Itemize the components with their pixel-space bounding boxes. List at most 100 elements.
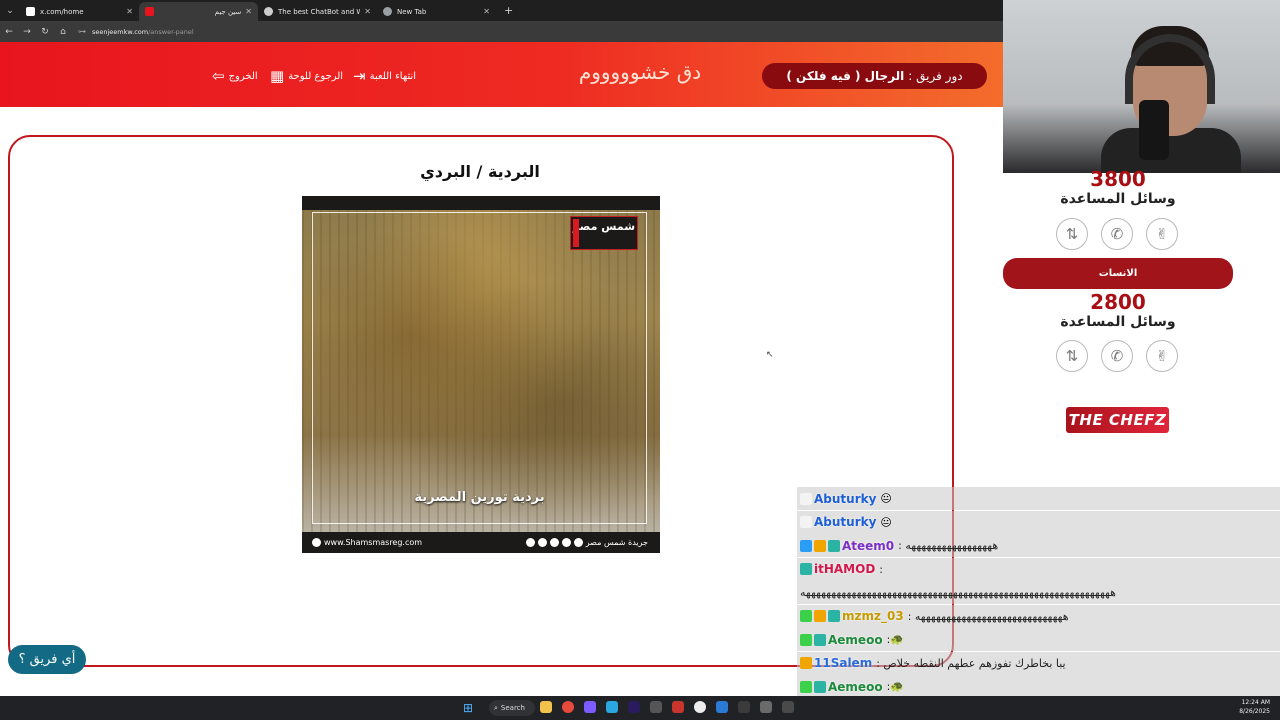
door-exit-icon: ⇦ [212, 66, 225, 85]
image-frame [312, 212, 647, 524]
tab-chatbot[interactable]: The best ChatBot and Widgets ✕ [258, 2, 377, 21]
search-icon: ⌕ [494, 703, 498, 712]
stream-chat: Abuturky 😐 Abuturky 😐 Ateem0: هههههههههههههه… [797, 487, 1280, 699]
chat-badge-icon [800, 539, 812, 552]
chat-username[interactable]: Abuturky [814, 492, 876, 506]
chat-text: : هههههههههههههههههه [898, 539, 999, 552]
chat-message: itHAMOD: [797, 557, 1280, 581]
chat-text: : هههههههههههههههههههههههههههههه [907, 609, 1069, 623]
chat-badge-icon [800, 680, 812, 693]
exit-label: الخروج [228, 70, 258, 82]
chat-text: هههههههههههههههههههههههههههههههههههههههه… [800, 586, 1116, 599]
taskbar-search[interactable]: ⌕ Search [489, 700, 535, 716]
logo-text: شمس مصر [572, 220, 636, 233]
chat-badge-icon [828, 539, 840, 552]
chrome-icon[interactable] [562, 701, 574, 713]
chat-emote-icon: 😐 [880, 515, 892, 529]
chat-emote-icon: 🐢 [890, 680, 904, 693]
app-icon[interactable] [760, 701, 772, 713]
windows-start-icon[interactable]: ⊞ [463, 701, 473, 715]
reload-icon[interactable]: ↻ [36, 27, 54, 37]
twitter-icon [549, 538, 559, 547]
team2-name: الانسات [1003, 258, 1233, 289]
file-explorer-icon[interactable] [540, 701, 552, 713]
site-info-icon[interactable]: ⊶ [78, 27, 86, 36]
chrome-logo-icon [383, 7, 392, 16]
chat-username[interactable]: 11Salem [814, 656, 872, 670]
footer-site: www.Shamsmasreg.com [312, 538, 422, 547]
call-friend-icon[interactable]: ✆ [1101, 340, 1133, 372]
chatbot-logo-icon [264, 7, 273, 16]
answer-image: شمس مصر بردية تورين المصرية www.Shamsmas… [302, 196, 660, 553]
streamer-webcam [1003, 0, 1280, 173]
close-tab-icon[interactable]: ✕ [483, 7, 490, 16]
tab-seenjeem[interactable]: سين جيم ✕ [139, 2, 258, 21]
chat-username[interactable]: mzmz_03 [842, 609, 904, 623]
image-footer: www.Shamsmasreg.com جريدة شمس مصر [302, 532, 660, 553]
chat-username[interactable]: Abuturky [814, 515, 876, 529]
turn-team-name: الرجال ( فيه فلكن ) [786, 69, 905, 83]
footer-brand: جريدة شمس مصر [585, 538, 648, 547]
close-tab-icon[interactable]: ✕ [126, 7, 133, 16]
microphone-icon [1139, 100, 1169, 160]
forward-arrow-icon[interactable]: → [18, 27, 36, 37]
close-tab-icon[interactable]: ✕ [364, 7, 371, 16]
chat-badge-icon [814, 633, 826, 646]
app-icon[interactable] [782, 701, 794, 713]
vscode-icon[interactable] [716, 701, 728, 713]
answer-title: البردية / البردي [420, 162, 540, 181]
chat-message: 11Salem: يبا بخاطرك تفوزهم عطهم النقطه خ… [797, 651, 1280, 675]
url-field[interactable]: ⊶ seenjeemkw.com/answer-panel [78, 24, 1003, 39]
tab-x-home[interactable]: x.com/home ✕ [20, 2, 139, 21]
browser-tab-bar: ⌄ x.com/home ✕ سين جيم ✕ The best ChatBo… [0, 0, 1003, 21]
chat-message: Aemeoo: 🐢 [797, 675, 1280, 698]
end-game-label: انتهاء اللعبة [369, 70, 417, 82]
chat-badge-icon [800, 633, 812, 646]
clock-date: 8/26/2025 [1239, 708, 1270, 715]
swap-question-icon[interactable]: ⇅ [1056, 340, 1088, 372]
chat-badge-icon [814, 610, 826, 622]
exit-button[interactable]: ⇦ الخروج [212, 66, 258, 86]
chat-message: Abuturky 😐 [797, 510, 1280, 534]
image-caption: بردية تورين المصرية [414, 490, 545, 505]
turn-prefix: دور فريق : [908, 69, 963, 83]
mouse-cursor-icon: ↖ [766, 350, 774, 360]
chat-message: Ateem0 : هههههههههههههههههه [797, 534, 1280, 557]
app-icon[interactable] [738, 701, 750, 713]
which-team-button[interactable]: أي فريق ؟ [8, 645, 86, 674]
tab-new-tab[interactable]: New Tab ✕ [377, 2, 496, 21]
swap-question-icon[interactable]: ⇅ [1056, 218, 1088, 250]
tab-search-icon[interactable]: ⌄ [0, 0, 20, 21]
search-label: Search [500, 704, 525, 712]
double-answer-icon[interactable]: ✌ [1146, 218, 1178, 250]
discord-icon[interactable] [584, 701, 596, 713]
browser-address-bar: ← → ↻ ⌂ ⊶ seenjeemkw.com/answer-panel [0, 21, 1003, 42]
double-answer-icon[interactable]: ✌ [1146, 340, 1178, 372]
chat-username[interactable]: Aemeoo [828, 680, 883, 694]
app-icon[interactable] [694, 701, 706, 713]
end-game-button[interactable]: ⇥ انتهاء اللعبة [353, 66, 416, 86]
chat-badge-icon [828, 610, 840, 622]
terminal-icon[interactable] [650, 701, 662, 713]
sponsor-logo: THE CHEFZ [1066, 407, 1169, 433]
chat-username[interactable]: itHAMOD [814, 562, 875, 576]
chat-message: Aemeoo: 🐢 [797, 628, 1280, 651]
chat-username[interactable]: Aemeoo [828, 633, 883, 647]
back-arrow-icon[interactable]: ← [0, 27, 18, 37]
clock-time: 12:24 AM [1241, 699, 1270, 706]
premiere-icon[interactable] [628, 701, 640, 713]
close-tab-icon[interactable]: ✕ [245, 7, 252, 16]
app-icon[interactable] [672, 701, 684, 713]
chat-username[interactable]: Ateem0 [842, 539, 894, 553]
tiktok-icon [561, 538, 571, 547]
shams-masr-logo: شمس مصر [570, 216, 638, 250]
back-to-board-button[interactable]: ▦ الرجوع للوحة [270, 66, 343, 86]
home-icon[interactable]: ⌂ [54, 27, 72, 37]
system-clock[interactable]: 12:24 AM 8/26/2025 [1239, 698, 1270, 716]
tab-title: The best ChatBot and Widgets [278, 7, 361, 16]
chat-badge-icon [814, 539, 826, 552]
new-tab-button[interactable]: + [504, 4, 513, 17]
telegram-icon[interactable] [606, 701, 618, 713]
tab-title: New Tab [397, 7, 427, 16]
call-friend-icon[interactable]: ✆ [1101, 218, 1133, 250]
